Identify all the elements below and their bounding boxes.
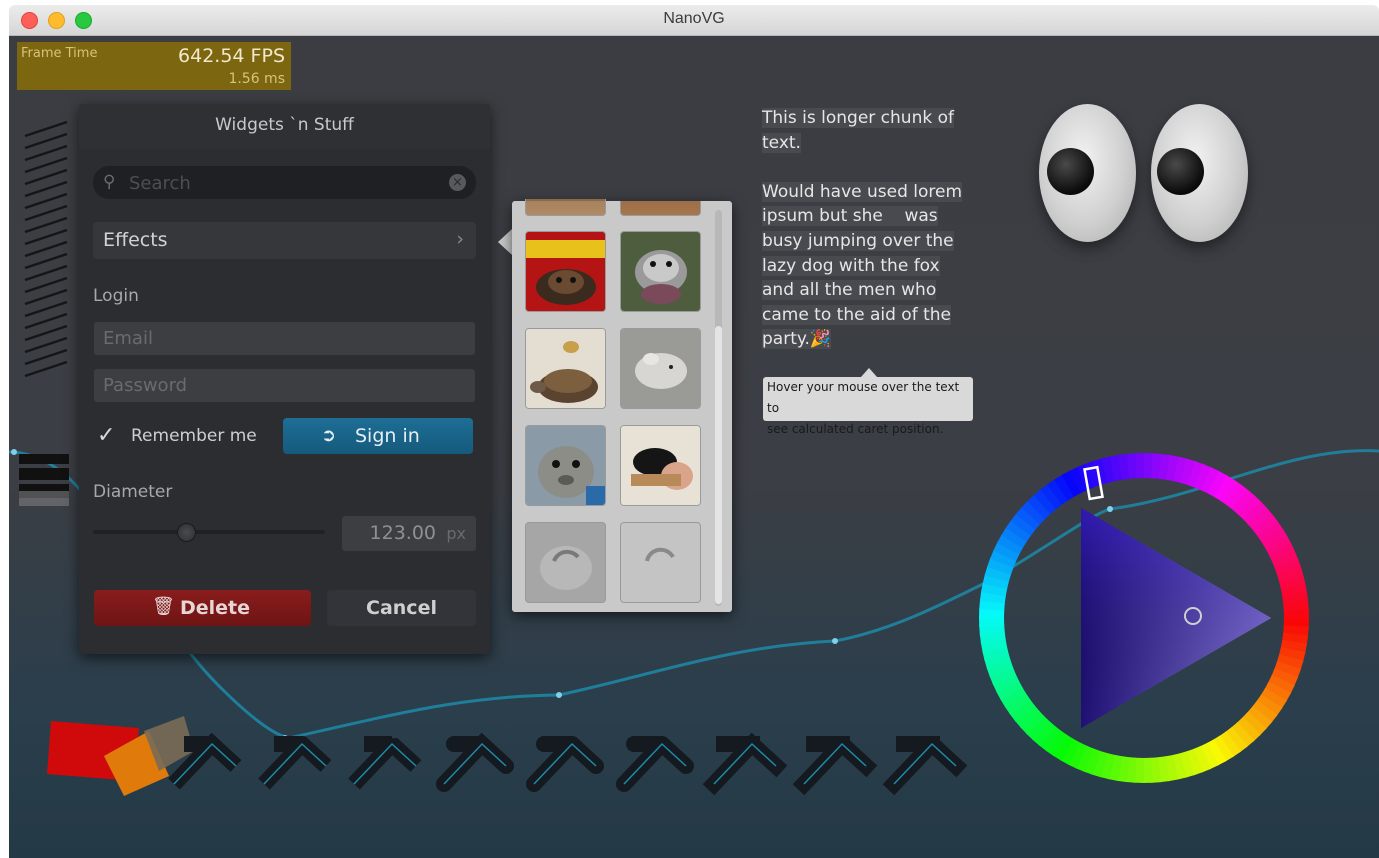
diameter-slider-track[interactable] [93,530,325,534]
search-icon: ⚲ [103,172,116,192]
paragraph-line: ipsum but she was [762,206,938,227]
effects-label: Effects [103,229,168,251]
thumbnail-mouse[interactable] [620,328,701,409]
diameter-number-field[interactable]: 123.00 px [342,516,476,551]
thumbnail-loading-1[interactable] [525,522,606,603]
effects-dropdown[interactable]: Effects › [93,222,476,259]
diameter-label: Diameter [93,482,173,502]
search-box[interactable]: ⚲ × [93,166,476,199]
right-pupil [1157,148,1204,195]
frame-time-label: Frame Time [21,46,98,61]
email-field[interactable] [94,322,475,355]
graph-point [832,638,838,644]
graph-point [1107,506,1113,512]
delete-label: Delete [180,597,251,619]
thumbnail-loading-2[interactable] [620,522,701,603]
password-field[interactable] [94,369,475,402]
login-icon: ➲ [321,425,337,446]
diameter-slider-knob[interactable] [177,523,197,542]
widgets-window-title: Widgets `n Stuff [215,115,354,135]
login-label: Login [93,286,139,306]
thumbnail-seal[interactable] [525,425,606,506]
tooltip-arrow [861,368,877,377]
image-grid [512,201,732,612]
line-caps-strip [24,120,68,378]
paragraph-line: and all the men who [762,280,937,301]
cancel-label: Cancel [366,597,437,619]
cancel-button[interactable]: Cancel [327,590,476,626]
trash-icon: 🗑 [152,596,175,617]
left-pupil [1047,148,1094,195]
paragraph-line: came to the aid of the [762,304,951,325]
caret-tooltip: Hover your mouse over the text to see ca… [763,377,973,436]
sign-in-button[interactable]: ➲ Sign in [283,418,473,454]
chevron-right-icon: › [456,228,464,250]
right-eye [1151,104,1248,242]
line-widths-block [19,454,69,506]
search-input[interactable] [127,170,441,196]
paragraph-2: Would have used lorem ipsum but she was … [762,180,972,352]
widgets-window[interactable]: Widgets `n Stuff ⚲ × Effects › Login ✓ R… [79,104,490,654]
thumbnail-tortoise[interactable] [525,328,606,409]
graph-point [11,449,17,455]
paragraph-line: party.🎉 [762,329,832,350]
widgets-window-header[interactable]: Widgets `n Stuff [79,104,490,149]
colored-rects [47,716,194,796]
thumbnail-cat-in-red-hat[interactable] [525,231,606,312]
app-window: NanoVG Frame Time 642.54 FPS 1.56 ms Wid… [9,5,1379,858]
clear-icon[interactable]: × [449,174,466,191]
thumbnail-partial-1[interactable] [525,201,606,216]
ms-value: 1.56 ms [228,71,285,87]
thumbnail-puppy-sleeping[interactable] [620,425,701,506]
tooltip-line-1: Hover your mouse over the text to [767,380,960,415]
fps-value: 642.54 FPS [178,45,285,67]
nanovg-canvas: Frame Time 642.54 FPS 1.56 ms Widgets `n… [9,36,1379,858]
checkmark-icon[interactable]: ✓ [97,423,115,448]
sign-in-label: Sign in [355,425,420,447]
title-bar: NanoVG [9,5,1379,36]
delete-button[interactable]: 🗑 Delete [94,590,311,626]
text-paragraph: This is longer chunk of text. Would have… [762,106,972,352]
hue-segment [1283,609,1309,620]
diameter-value: 123.00 [369,522,436,544]
popup-arrow [498,229,512,255]
left-eye [1039,104,1136,242]
paragraph-1: This is longer chunk of text. [762,106,972,155]
graph-point [556,692,562,698]
paragraph-line: This is longer chunk of [762,108,954,128]
thumbnail-opossum[interactable] [620,231,701,312]
tooltip-line-2: see calculated caret position. [767,422,944,436]
paragraph-line: lazy dog with the fox [762,255,940,276]
remember-me-label[interactable]: Remember me [131,426,257,446]
frame-time-graph: Frame Time 642.54 FPS 1.56 ms [17,42,291,90]
popup-scrollbar-thumb[interactable] [715,326,722,604]
thumbnail-partial-2[interactable] [620,201,701,216]
window-title: NanoVG [663,10,725,27]
paragraph-line: text. [762,132,801,153]
paragraph-line: Would have used lorem [762,181,963,202]
line-joins-row [168,732,968,796]
diameter-unit: px [446,524,466,543]
paragraph-line: busy jumping over the [762,230,954,251]
